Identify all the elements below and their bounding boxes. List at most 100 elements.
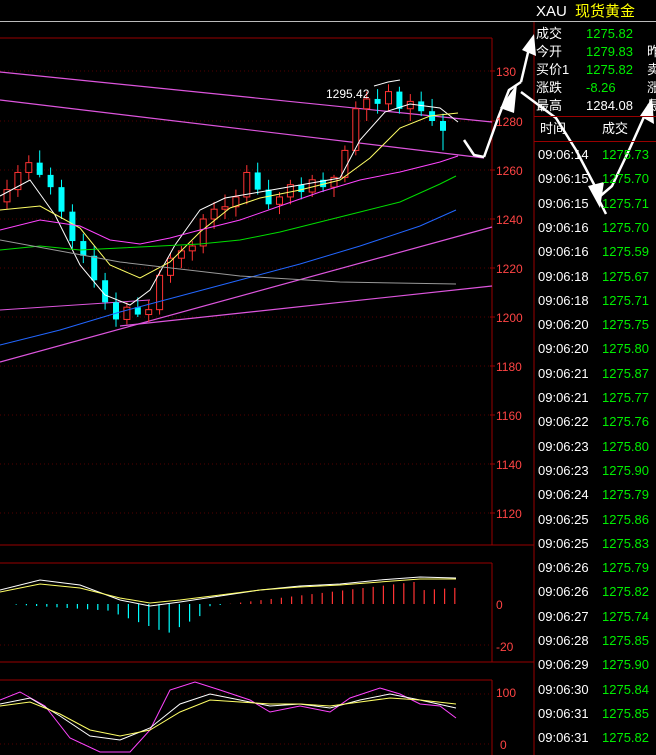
tick-row: 09:06:20 1275.75 [534, 315, 656, 335]
tick-price: 1275.80 [602, 341, 649, 357]
candle-body-down [440, 121, 446, 131]
price-axis: 130 1280 1260 1240 1220 1200 1180 1160 1… [496, 65, 523, 521]
macd-axis: 0 -20 [496, 598, 514, 654]
candle-body-up [199, 218, 207, 247]
candle-body-down [113, 302, 119, 320]
tick-price: 1275.82 [602, 730, 649, 746]
tick-row: 09:06:23 1275.80 [534, 437, 656, 457]
tick-price: 1275.67 [602, 268, 649, 284]
candle-body-down [36, 162, 43, 175]
tick-row: 09:06:22 1275.76 [534, 412, 656, 432]
candle-body-down [69, 211, 76, 242]
tick-price: 1275.85 [602, 633, 649, 648]
candle-body-up [188, 245, 196, 252]
tick-row: 09:06:16 1275.70 [534, 218, 656, 238]
tick-time: 09:06:24 [538, 487, 589, 503]
tick-row: 09:06:26 1275.82 [534, 582, 656, 602]
candle-body-down [58, 187, 65, 212]
candle-body-up [123, 306, 131, 320]
tick-price: 1275.84 [602, 681, 649, 697]
tick-price: 1275.86 [602, 511, 649, 527]
symbol-name: 现货黄金 [575, 3, 636, 20]
quote-panel: XAU 现货黄金 成交 1275.82 今开 1279.83 昨 买价1 127… [534, 0, 656, 755]
tick-time: 09:06:15 [538, 171, 589, 187]
macd-axis-label: -20 [496, 640, 514, 654]
tick-price: 1275.75 [602, 317, 649, 333]
tick-row: 09:06:18 1275.71 [534, 291, 656, 311]
tick-row: 09:06:31 1275.85 [534, 704, 656, 724]
tick-time: 09:06:16 [538, 244, 589, 260]
tick-price: 1275.73 [602, 147, 649, 162]
ticks-header-time: 时间 [540, 121, 567, 136]
tick-row: 09:06:24 1275.79 [534, 485, 656, 505]
field-value-last: 1275.82 [586, 26, 633, 41]
field-value-high: 1284.08 [586, 98, 633, 113]
field-label: 今开 [536, 44, 563, 59]
price-axis-label: 1140 [496, 458, 522, 472]
tick-row: 09:06:25 1275.86 [534, 510, 656, 530]
macd-dea-line [0, 578, 456, 604]
tick-row: 09:06:18 1275.67 [534, 267, 656, 287]
candle-body-up [276, 196, 283, 205]
candlesticks [3, 84, 446, 327]
tick-time: 09:06:22 [538, 414, 589, 430]
tick-row: 09:06:14 1275.73 [534, 145, 656, 165]
tick-row: 09:06:16 1275.59 [534, 242, 656, 262]
candle-body-up [145, 309, 153, 316]
candle-body-down [254, 172, 261, 190]
symbol-code: XAU [536, 3, 567, 20]
tick-time: 09:06:20 [538, 341, 589, 357]
candle-body-down [298, 184, 305, 193]
price-axis-label: 130 [496, 65, 516, 79]
tick-row: 09:06:15 1275.71 [534, 194, 656, 214]
tick-row: 09:06:20 1275.80 [534, 339, 656, 359]
symbol-header[interactable]: XAU 现货黄金 [536, 3, 635, 21]
candle-body-down [374, 98, 381, 104]
field-extra: 昨 [647, 44, 656, 59]
tick-row: 09:06:15 1275.70 [534, 169, 656, 189]
tick-time: 09:06:23 [538, 438, 589, 454]
candle-body-down [47, 174, 54, 188]
tick-row: 09:06:21 1275.87 [534, 364, 656, 384]
tick-time: 09:06:18 [538, 292, 589, 308]
kdj-axis: 100 0 [496, 686, 516, 752]
field-label: 成交 [536, 26, 563, 41]
tick-price: 1275.76 [602, 414, 649, 430]
candle-body-up [210, 208, 218, 220]
trend-line-upper [0, 71, 493, 123]
tick-time: 09:06:21 [538, 390, 589, 405]
ma10-line [0, 112, 459, 279]
field-value-bid: 1275.82 [586, 62, 633, 77]
tick-price: 1275.90 [602, 462, 649, 478]
kdj-d-line [0, 697, 457, 737]
candle-body-up [156, 274, 164, 311]
high-price-label: 1295.42 [326, 87, 370, 101]
tick-time: 09:06:23 [538, 462, 589, 478]
price-axis-label: 1220 [496, 262, 523, 276]
tick-time: 09:06:25 [538, 511, 589, 527]
tick-row: 09:06:26 1275.79 [534, 558, 656, 578]
tick-price: 1275.74 [602, 608, 649, 624]
tick-row: 09:06:21 1275.77 [534, 388, 656, 408]
candle-body-down [418, 101, 425, 112]
trend-line-lower-2 [119, 285, 493, 327]
tick-time: 09:06:29 [538, 657, 589, 673]
candle-body-up [167, 257, 174, 276]
tick-row: 09:06:23 1275.90 [534, 461, 656, 481]
arrowhead [500, 84, 517, 113]
ticks-header: 时间 成交 [534, 116, 656, 142]
candle-body-down [80, 241, 87, 256]
tick-time: 09:06:26 [538, 560, 589, 576]
kdj-indicator [0, 681, 457, 753]
candle-body-up [243, 171, 251, 198]
tick-price: 1275.82 [602, 584, 649, 600]
candle-body-up [385, 91, 392, 105]
tick-price: 1275.80 [602, 438, 649, 454]
field-extra: 最 [647, 98, 656, 113]
tick-row: 09:06:27 1275.74 [534, 607, 656, 627]
field-extra: 涨 [647, 80, 656, 95]
kdj-j-line [0, 681, 457, 753]
tick-row: 09:06:30 1275.84 [534, 680, 656, 700]
candle-body-up [25, 162, 33, 173]
ma120-line [0, 239, 457, 285]
